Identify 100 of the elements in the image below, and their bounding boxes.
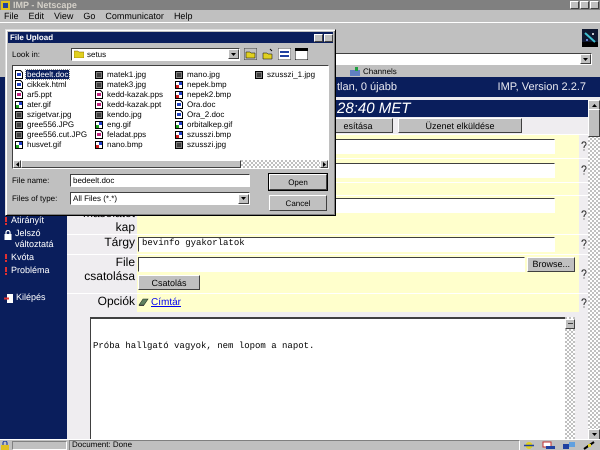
file-entry[interactable]: ar5.ppt — [26, 90, 53, 98]
file-entry[interactable]: kedd-kazak.ppt — [106, 100, 162, 108]
close-button[interactable] — [324, 34, 333, 42]
scrollbar-thumb[interactable] — [588, 109, 600, 137]
attach-button[interactable]: Csatolás — [138, 275, 200, 290]
version-text: IMP, Version 2.2.7 — [498, 81, 586, 93]
file-entry[interactable]: gree556.JPG — [26, 120, 76, 128]
exclamation-icon — [4, 217, 8, 225]
help-icon[interactable] — [580, 141, 586, 152]
file-type-dropdown[interactable]: All Files (*.*) — [70, 192, 250, 205]
file-entry[interactable]: kendo.jpg — [106, 110, 143, 118]
new-folder-icon[interactable] — [261, 48, 274, 60]
down-arrow-icon — [583, 58, 588, 60]
photo-icon — [95, 110, 103, 118]
file-field[interactable] — [138, 256, 526, 272]
file-entry[interactable]: husvet.gif — [26, 140, 62, 148]
list-view-icon[interactable] — [278, 48, 291, 60]
menu-item[interactable]: Help — [174, 11, 192, 21]
text-field[interactable]: bevinfo gyakorlatok — [138, 236, 555, 252]
down-arrow-icon — [592, 433, 596, 436]
file-entry[interactable]: nano.bmp — [106, 140, 144, 148]
file-entry[interactable]: bedeelt.doc — [26, 70, 70, 78]
maximize-button[interactable] — [580, 1, 589, 9]
document-icon — [95, 130, 103, 138]
file-entry[interactable]: ater.gif — [26, 100, 52, 108]
field-label: File csatolása — [84, 254, 135, 283]
file-entry[interactable]: szusszi.bmp — [186, 130, 232, 138]
dialog-button[interactable]: Open — [269, 174, 327, 190]
book-icon — [138, 298, 149, 308]
mailbox-status: tlan, 0 újabb — [337, 81, 397, 93]
menu-item[interactable]: Go — [83, 11, 96, 21]
down-arrow-icon — [241, 197, 246, 200]
folder-dropdown[interactable]: setus — [71, 48, 240, 60]
logo-icon — [582, 28, 598, 46]
file-entry[interactable]: gree556.cut.JPG — [26, 130, 88, 138]
file-entry[interactable]: orbitalkep.gif — [186, 120, 234, 128]
file-entry[interactable]: matek3.jpg — [106, 80, 148, 88]
picture-icon — [15, 140, 23, 148]
nav-link[interactable]: Jelszó változtatá — [15, 228, 67, 250]
file-entry[interactable]: Ora.doc — [186, 100, 216, 108]
menu-item[interactable]: Edit — [28, 11, 44, 21]
date-text: 28:40 MET — [337, 100, 410, 118]
file-type-label: Files of type: — [12, 194, 58, 203]
scrollbar[interactable] — [13, 160, 328, 168]
nav-link[interactable]: Probléma — [11, 265, 67, 276]
discussion-icon[interactable] — [562, 440, 576, 450]
file-entry[interactable]: szusszi.jpg — [186, 140, 228, 148]
dialog-title: File Upload — [10, 33, 54, 42]
details-view-icon[interactable] — [295, 48, 308, 60]
browse-button[interactable]: Browse... — [527, 256, 575, 272]
mail-icon[interactable] — [542, 440, 556, 450]
file-entry[interactable]: szigetvar.jpg — [26, 110, 72, 118]
action-button[interactable]: Üzenet elküldése — [398, 118, 522, 134]
help-icon[interactable] — [580, 298, 586, 308]
status-panel — [12, 440, 67, 450]
dialog-button[interactable]: Cancel — [269, 195, 327, 211]
navigator-icon[interactable] — [522, 440, 536, 450]
lock-icon — [4, 230, 12, 240]
help-icon[interactable] — [580, 165, 586, 176]
file-entry[interactable]: matek1.jpg — [106, 70, 148, 78]
down-arrow-icon — [231, 52, 236, 56]
menu-item[interactable]: File — [4, 11, 19, 21]
menu-item[interactable]: View — [54, 11, 74, 21]
exclamation-icon — [4, 254, 8, 262]
help-icon[interactable] — [580, 210, 586, 220]
file-entry[interactable]: kedd-kazak.pps — [106, 90, 164, 98]
up-arrow-icon — [592, 104, 596, 107]
picture-icon — [15, 100, 23, 108]
scrollbar[interactable] — [588, 100, 600, 440]
scrollbar[interactable] — [565, 316, 575, 440]
minimize-button[interactable] — [570, 1, 579, 9]
app-icon — [1, 0, 10, 10]
file-entry[interactable]: Ora_2.doc — [186, 110, 226, 118]
status-text: Document: Done — [69, 440, 520, 450]
nav-link[interactable]: Kilépés — [16, 292, 67, 303]
file-name-field[interactable]: bedeelt.doc — [70, 174, 250, 187]
window-title: IMP - Netscape — [13, 0, 77, 10]
help-button[interactable] — [314, 34, 323, 42]
file-entry[interactable]: nepek.bmp — [186, 80, 228, 88]
folder-icon — [350, 67, 360, 76]
file-entry[interactable]: nepek2.bmp — [186, 90, 232, 98]
close-button[interactable] — [590, 1, 599, 9]
file-entry[interactable]: szusszi_1.jpg — [266, 70, 316, 78]
menu-item[interactable]: Communicator — [105, 11, 164, 21]
file-entry[interactable]: mano.jpg — [186, 70, 221, 78]
up-folder-icon[interactable] — [244, 48, 257, 60]
help-icon[interactable] — [580, 268, 586, 279]
file-entry[interactable]: feladat.pps — [106, 130, 148, 138]
help-icon[interactable] — [580, 239, 586, 250]
file-entry[interactable]: cikkek.html — [26, 80, 68, 88]
nav-link[interactable]: Kvóta — [11, 252, 67, 263]
message-field[interactable]: Próba hallgató vagyok, nem lopom a napot. — [90, 316, 565, 440]
toolbar-link[interactable]: Channels — [363, 67, 397, 76]
field-label: Opciók — [98, 294, 135, 308]
address-book-link[interactable]: Címtár — [151, 297, 181, 308]
minus-icon — [568, 323, 572, 324]
lock-icon[interactable] — [0, 440, 10, 450]
nav-link[interactable]: Átirányít — [11, 215, 67, 226]
file-entry[interactable]: eng.gif — [106, 120, 132, 128]
composer-icon[interactable] — [582, 440, 596, 450]
